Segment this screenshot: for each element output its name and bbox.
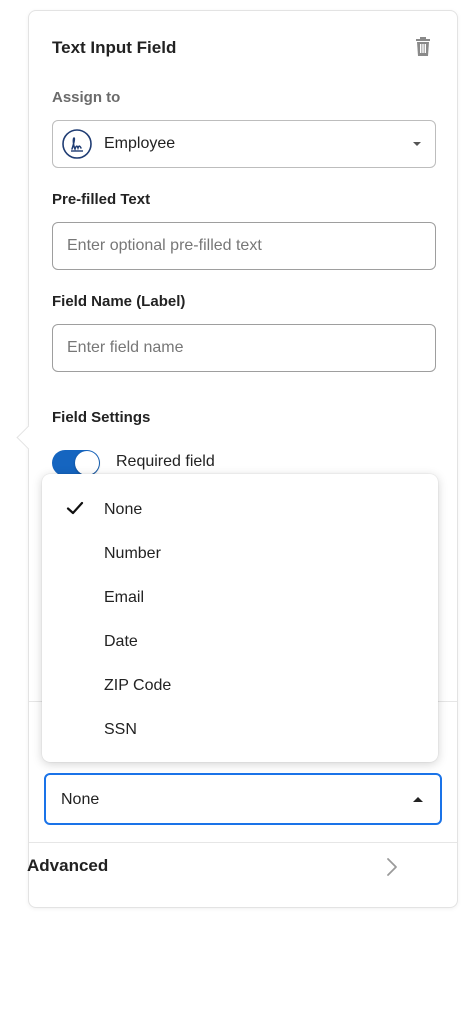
assign-to-value: Employee — [104, 135, 176, 152]
menu-item-label: ZIP Code — [104, 677, 172, 694]
check-icon — [66, 501, 84, 515]
section-divider — [29, 842, 457, 843]
field-settings-heading: Field Settings — [52, 409, 151, 426]
menu-item-label: SSN — [104, 721, 137, 738]
required-field-toggle[interactable] — [52, 450, 100, 476]
field-name-label: Field Name (Label) — [52, 293, 186, 310]
prefilled-text-input[interactable] — [52, 222, 436, 270]
menu-item-label: Date — [104, 633, 138, 650]
validation-type-select[interactable]: None — [44, 773, 442, 825]
advanced-section-label[interactable]: Advanced — [27, 856, 108, 876]
validation-type-value: None — [61, 791, 100, 808]
prefilled-text-label: Pre-filled Text — [52, 191, 151, 208]
assign-to-label: Assign to — [52, 89, 121, 106]
field-name-input[interactable] — [52, 324, 436, 372]
panel-pointer — [16, 425, 41, 450]
caret-down-icon — [413, 142, 421, 146]
trash-icon[interactable] — [414, 37, 432, 57]
menu-item-label: Email — [104, 589, 145, 606]
toggle-knob — [75, 451, 99, 475]
menu-item-email[interactable]: Email — [42, 576, 438, 620]
menu-item-label: Number — [104, 545, 161, 562]
panel-title: Text Input Field — [52, 38, 177, 57]
menu-item-none[interactable]: None — [42, 488, 438, 532]
signature-icon — [62, 129, 92, 159]
validation-dropdown-menu: None Number Email Date ZIP Code SSN — [42, 474, 438, 762]
menu-item-number[interactable]: Number — [42, 532, 438, 576]
menu-item-zip-code[interactable]: ZIP Code — [42, 664, 438, 708]
chevron-right-icon[interactable] — [386, 857, 398, 877]
menu-item-date[interactable]: Date — [42, 620, 438, 664]
menu-item-ssn[interactable]: SSN — [42, 708, 438, 752]
caret-up-icon — [413, 797, 423, 802]
assign-to-select[interactable]: Employee — [52, 120, 436, 168]
required-field-label: Required field — [116, 453, 215, 470]
menu-item-label: None — [104, 501, 143, 518]
